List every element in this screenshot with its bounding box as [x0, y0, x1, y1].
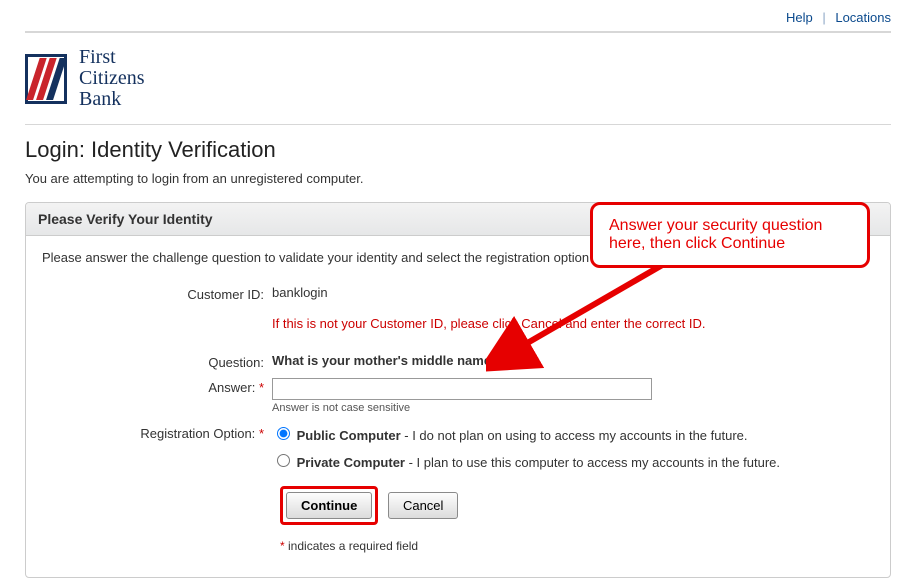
registration-required-star: *	[259, 426, 264, 441]
logo-line-1: First	[79, 47, 145, 68]
public-computer-radio[interactable]	[277, 427, 290, 440]
registration-option-label: Registration Option:	[140, 426, 255, 441]
answer-label: Answer:	[208, 380, 255, 395]
top-nav: Help | Locations	[25, 0, 891, 31]
page-title: Login: Identity Verification	[25, 137, 891, 163]
page-subtitle: You are attempting to login from an unre…	[25, 171, 891, 186]
customer-id-value: banklogin	[272, 285, 328, 300]
logo-text: First Citizens Bank	[79, 47, 145, 110]
annotation-arrow	[486, 262, 666, 372]
cancel-button[interactable]: Cancel	[388, 492, 458, 519]
customer-id-label: Customer ID:	[42, 285, 272, 302]
answer-hint: Answer is not case sensitive	[272, 402, 652, 414]
logo-icon	[25, 54, 67, 104]
continue-button[interactable]: Continue	[286, 492, 372, 519]
private-computer-radio[interactable]	[277, 454, 290, 467]
divider-under-logo	[25, 124, 891, 125]
private-computer-desc: - I plan to use this computer to access …	[405, 455, 780, 470]
question-label: Question:	[42, 353, 272, 370]
annotation-callout: Answer your security question here, then…	[590, 202, 870, 268]
answer-required-star: *	[259, 380, 264, 395]
locations-link[interactable]: Locations	[835, 10, 891, 25]
logo: First Citizens Bank	[25, 33, 891, 124]
required-note: indicates a required field	[288, 539, 418, 553]
continue-highlight: Continue	[280, 486, 378, 525]
question-text: What is your mother's middle name?	[272, 353, 499, 368]
public-computer-title: Public Computer	[297, 428, 401, 443]
answer-input[interactable]	[272, 378, 652, 400]
required-star-legend: *	[280, 539, 285, 553]
help-link[interactable]: Help	[786, 10, 813, 25]
callout-text: Answer your security question here, then…	[609, 217, 822, 252]
private-computer-title: Private Computer	[297, 455, 405, 470]
logo-line-3: Bank	[79, 89, 145, 110]
public-computer-desc: - I do not plan on using to access my ac…	[401, 428, 748, 443]
nav-separator: |	[822, 10, 825, 25]
logo-line-2: Citizens	[79, 68, 145, 89]
